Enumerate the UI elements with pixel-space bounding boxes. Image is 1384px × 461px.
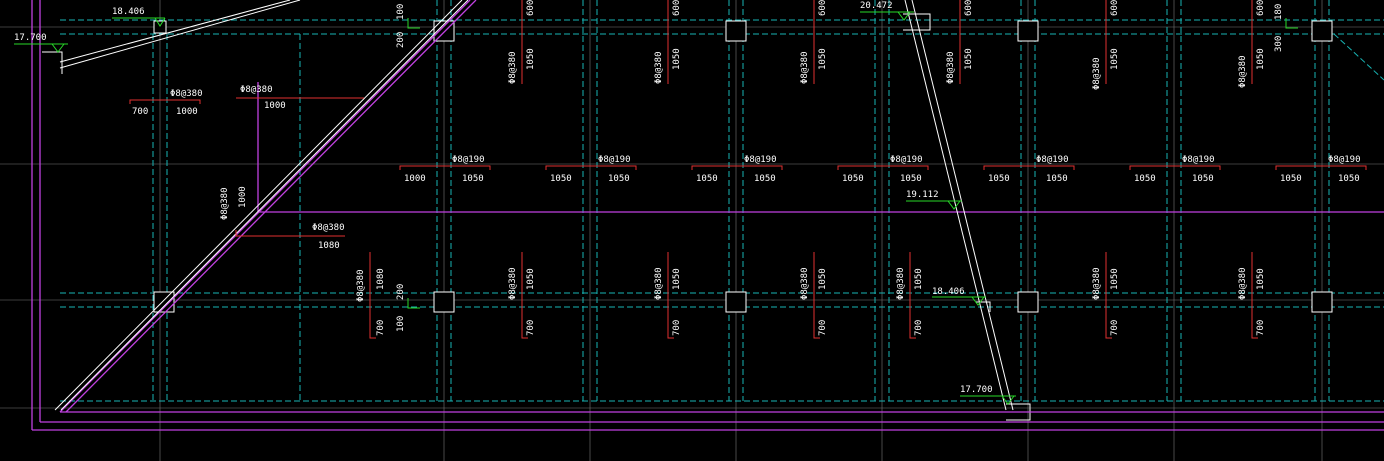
rebar-label: Φ8@380 — [240, 85, 273, 95]
dimension-value: 1050 — [914, 268, 924, 290]
dimension-value: 700 — [526, 320, 536, 336]
dimension-value: 700 — [672, 320, 682, 336]
dimension-value: 1050 — [526, 268, 536, 290]
dimension-value: 1050 — [608, 174, 630, 184]
dimension-value: 1050 — [1110, 48, 1120, 70]
rebar-label: Φ8@380 — [356, 269, 366, 302]
dimension-value: 600 — [1256, 0, 1266, 16]
rebar-label: Φ8@190 — [1328, 155, 1361, 165]
columns — [42, 13, 1333, 421]
dimension-value: 100 — [396, 316, 406, 332]
dimension-value: 1050 — [672, 268, 682, 290]
dimension-value: 1000 — [176, 107, 198, 117]
dimension-value: 700 — [1110, 320, 1120, 336]
dimension-value: 700 — [376, 320, 386, 336]
rebar-label: Φ8@380 — [1238, 267, 1248, 300]
dimension-value: 1000 — [404, 174, 426, 184]
dimension-value: 1050 — [1338, 174, 1360, 184]
rebar-label: Φ8@190 — [744, 155, 777, 165]
rebar-label: Φ8@380 — [220, 187, 230, 220]
cad-drawing-canvas[interactable]: 18.406 17.700 20.472 19.112 18.406 17.70… — [0, 0, 1384, 461]
grid-axis-lines — [0, 0, 1384, 461]
dimension-value: 1050 — [1046, 174, 1068, 184]
dimension-value: 200 — [396, 32, 406, 48]
rebar-label: Φ8@190 — [452, 155, 485, 165]
dimension-value: 1050 — [1192, 174, 1214, 184]
dimension-value: 1080 — [376, 268, 386, 290]
dimension-value: 1050 — [526, 48, 536, 70]
dimension-value: 1050 — [696, 174, 718, 184]
dimension-value: 600 — [526, 0, 536, 16]
elevation-label: 20.472 — [860, 1, 893, 11]
rebar-label: Φ8@190 — [1036, 155, 1069, 165]
rebar-label: Φ8@380 — [800, 267, 810, 300]
dimension-value: 200 — [396, 284, 406, 300]
dimension-value: 100 — [396, 4, 406, 20]
dimension-value: 1050 — [1280, 174, 1302, 184]
rebar-label: Φ8@380 — [1092, 267, 1102, 300]
dimension-value: 1050 — [754, 174, 776, 184]
dimension-value: 1050 — [818, 268, 828, 290]
elevation-label: 19.112 — [906, 190, 939, 200]
dimension-value: 600 — [818, 0, 828, 16]
dimension-value: 600 — [964, 0, 974, 16]
rebar-label: Φ8@190 — [1182, 155, 1215, 165]
dimension-value: 600 — [1110, 0, 1120, 16]
dimension-value: 300 — [1274, 36, 1284, 52]
elevation-label: 18.406 — [932, 287, 965, 297]
rebar-label: Φ8@190 — [598, 155, 631, 165]
dimension-value: 600 — [672, 0, 682, 16]
rebar-label: Φ8@380 — [946, 51, 956, 84]
dimension-value: 1050 — [462, 174, 484, 184]
rebar-label: Φ8@380 — [508, 267, 518, 300]
rebar-label: Φ8@380 — [800, 51, 810, 84]
elevation-label: 17.700 — [960, 385, 993, 395]
elevation-label: 17.700 — [14, 33, 47, 43]
dimension-value: 700 — [818, 320, 828, 336]
dimension-value: 1050 — [1256, 48, 1266, 70]
rebar-label: Φ8@380 — [1238, 55, 1248, 88]
elevation-label: 18.406 — [112, 7, 145, 17]
rebar-label: Φ8@380 — [654, 267, 664, 300]
dimension-value: 1050 — [550, 174, 572, 184]
dimension-value: 1050 — [818, 48, 828, 70]
rebar-label: Φ8@380 — [312, 223, 345, 233]
dimension-value: 1000 — [238, 186, 248, 208]
dimension-value: 700 — [1256, 320, 1266, 336]
elevation-labels: 18.406 17.700 20.472 19.112 18.406 17.70… — [14, 1, 993, 395]
dimension-value: 1050 — [1134, 174, 1156, 184]
dimension-value: 180 — [1274, 4, 1284, 20]
dimension-value: 1050 — [1256, 268, 1266, 290]
rebar-label: Φ8@380 — [508, 51, 518, 84]
rebar-label: Φ8@380 — [896, 267, 906, 300]
rebar-label: Φ8@380 — [1092, 57, 1102, 90]
rebar-label: Φ8@380 — [170, 89, 203, 99]
rebar-label: Φ8@190 — [890, 155, 923, 165]
dimension-value: 700 — [914, 320, 924, 336]
dimension-value: 1050 — [964, 48, 974, 70]
dimension-value: 1000 — [264, 101, 286, 111]
dimension-value: 1050 — [1110, 268, 1120, 290]
rebar-label: Φ8@380 — [654, 51, 664, 84]
dimension-value: 700 — [132, 107, 148, 117]
dimension-value: 1050 — [672, 48, 682, 70]
dimension-value: 1050 — [900, 174, 922, 184]
dimension-values: 700 1000 1000 1000 1080 100 200 180 300 … — [132, 0, 1360, 336]
dimension-value: 1050 — [842, 174, 864, 184]
dimension-value: 1080 — [318, 241, 340, 251]
dimension-value: 1050 — [988, 174, 1010, 184]
